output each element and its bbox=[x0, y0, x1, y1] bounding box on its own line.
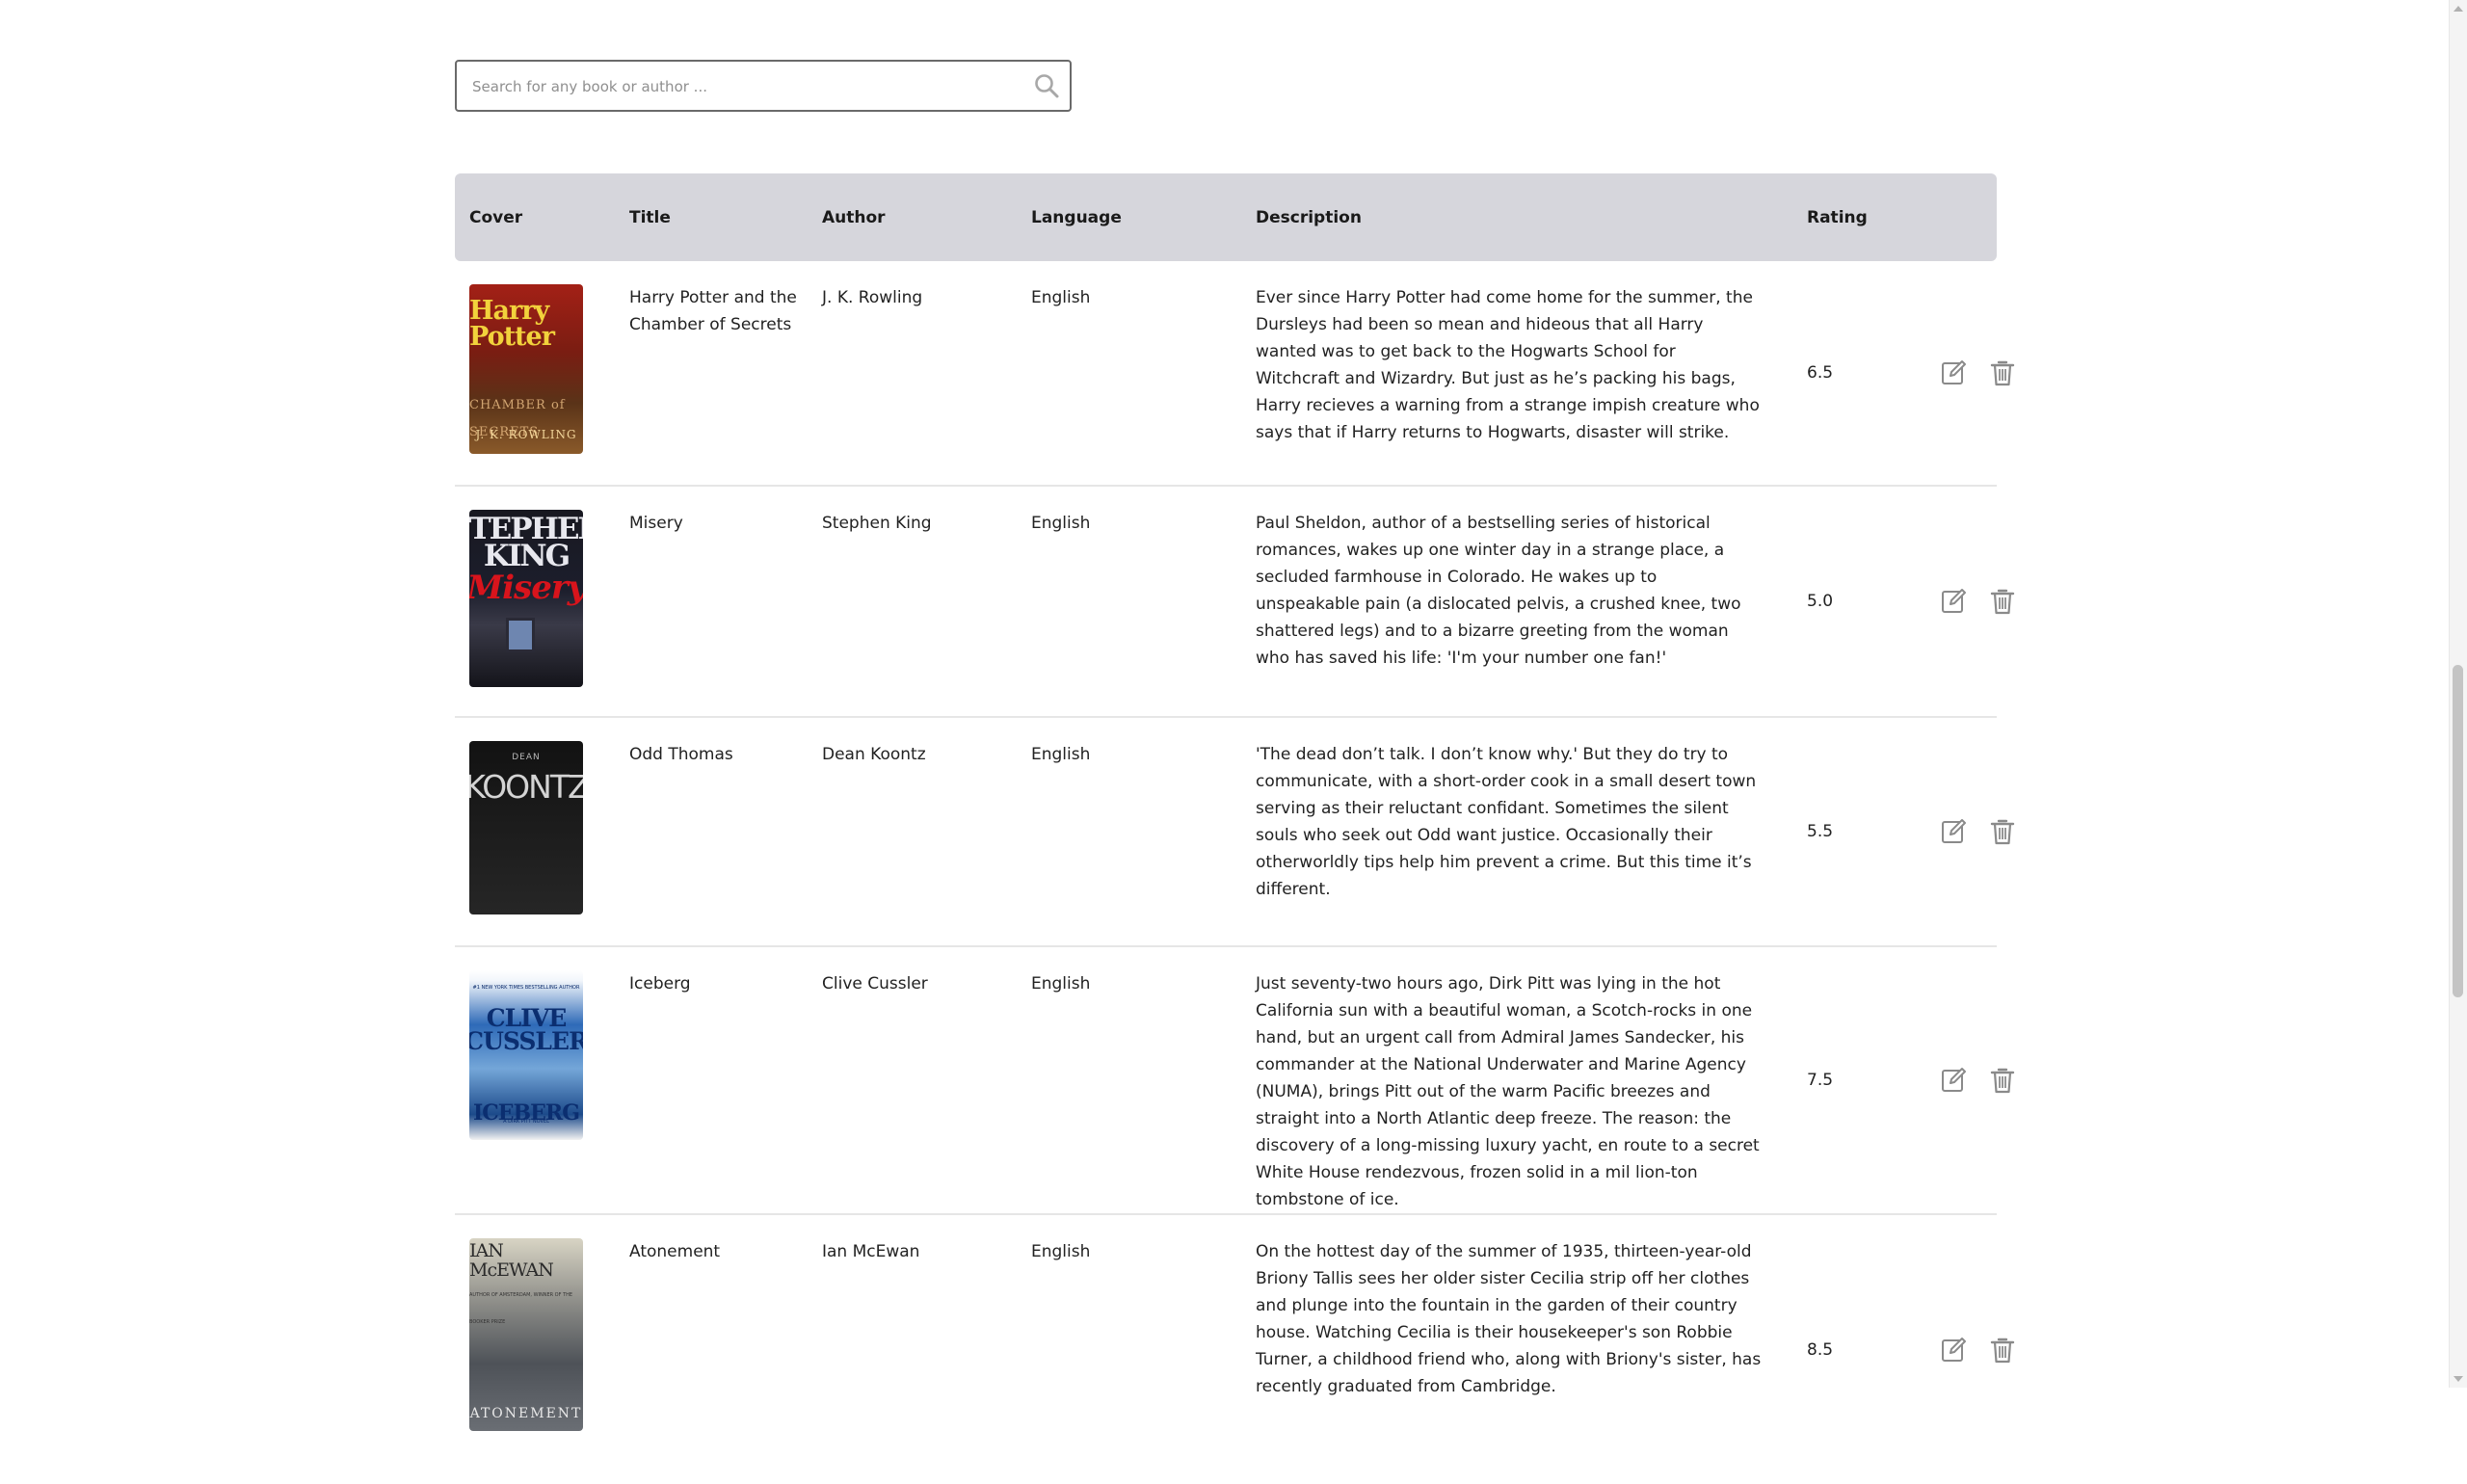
description-cell: 'The dead don’t talk. I don’t know why.'… bbox=[1241, 717, 1792, 947]
author-cell: J. K. Rowling bbox=[808, 261, 1017, 487]
cover-cell: #1 NEW YORK TIMES BESTSELLING AUTHOR CLI… bbox=[455, 946, 615, 1215]
book-cover-image: IAN McEWAN AUTHOR OF AMSTERDAM, WINNER O… bbox=[469, 1238, 583, 1431]
cover-author-first-text: DEAN bbox=[512, 753, 541, 762]
cover-author-text: STEPHEN KING bbox=[469, 512, 583, 573]
cover-title-text: Misery bbox=[469, 569, 583, 607]
actions-cell bbox=[1908, 717, 2015, 947]
cover-cell: DEAN KOONTZ bbox=[455, 717, 615, 947]
rating-cell: 8.5 bbox=[1807, 1339, 1834, 1360]
cover-cell: STEPHEN KING Misery bbox=[455, 486, 615, 718]
title-cell: Atonement bbox=[629, 1242, 721, 1261]
trash-icon[interactable] bbox=[1989, 1066, 2016, 1095]
rating-cell: 7.5 bbox=[1792, 946, 1908, 1215]
book-cover-image: DEAN KOONTZ bbox=[469, 741, 583, 914]
trash-icon[interactable] bbox=[1989, 1336, 2016, 1365]
rating-cell: 5.0 bbox=[1792, 486, 1908, 718]
column-header-cover: Cover bbox=[455, 173, 615, 261]
trash-icon[interactable] bbox=[1989, 358, 2016, 387]
books-table: Cover Title Author Language Description … bbox=[455, 173, 2015, 1484]
cover-author-text: CLIVE CUSSLER bbox=[469, 1004, 583, 1055]
column-header-actions bbox=[1908, 173, 1997, 261]
table-row[interactable]: Harry Potter CHAMBER of SECRETS J. K. RO… bbox=[455, 261, 2015, 487]
title-cell: Misery bbox=[615, 486, 808, 718]
author-cell: Ian McEwan bbox=[822, 1242, 920, 1261]
scrollbar-thumb[interactable] bbox=[2453, 665, 2463, 997]
author-cell: Clive Cussler bbox=[808, 946, 1017, 1215]
cover-title-text: ATONEMENT bbox=[469, 1406, 583, 1421]
edit-icon[interactable] bbox=[1940, 587, 1967, 616]
actions-cell bbox=[1908, 486, 2015, 718]
edit-icon[interactable] bbox=[1940, 817, 1967, 846]
title-cell: Iceberg bbox=[615, 946, 808, 1215]
trash-icon[interactable] bbox=[1989, 587, 2016, 616]
actions-cell bbox=[1908, 1214, 2015, 1484]
vertical-scrollbar[interactable] bbox=[2449, 0, 2467, 1388]
scroll-down-arrow-icon[interactable] bbox=[2454, 1376, 2463, 1382]
table-row[interactable]: #1 NEW YORK TIMES BESTSELLING AUTHOR CLI… bbox=[455, 946, 2015, 1215]
rating-cell: 5.5 bbox=[1792, 717, 1908, 947]
description-cell: Just seventy-two hours ago, Dirk Pitt wa… bbox=[1241, 946, 1792, 1215]
book-cover-image: #1 NEW YORK TIMES BESTSELLING AUTHOR CLI… bbox=[469, 970, 583, 1140]
cover-author-text: J. K. ROWLING bbox=[475, 428, 577, 441]
edit-icon[interactable] bbox=[1940, 1336, 1967, 1365]
trash-icon[interactable] bbox=[1989, 817, 2016, 846]
table-row[interactable]: STEPHEN KING Misery Misery Stephen King … bbox=[455, 486, 2015, 718]
table-header: Cover Title Author Language Description … bbox=[455, 173, 1997, 261]
language-cell: English bbox=[1017, 717, 1241, 947]
title-cell: Odd Thomas bbox=[615, 717, 808, 947]
author-cell: Dean Koontz bbox=[808, 717, 1017, 947]
column-header-description: Description bbox=[1241, 173, 1792, 261]
table-row[interactable]: DEAN KOONTZ Odd Thomas Dean Koontz Engli… bbox=[455, 717, 2015, 947]
table-row[interactable]: IAN McEWAN AUTHOR OF AMSTERDAM, WINNER O… bbox=[455, 1214, 2015, 1484]
title-cell: Harry Potter and the Chamber of Secrets bbox=[615, 261, 808, 487]
cover-title-text: Harry Potter bbox=[469, 296, 555, 352]
rating-cell: 6.5 bbox=[1792, 261, 1908, 487]
edit-icon[interactable] bbox=[1940, 358, 1967, 387]
cover-author-text: KOONTZ bbox=[469, 768, 583, 806]
search-icon[interactable] bbox=[1033, 72, 1060, 99]
column-header-title: Title bbox=[615, 173, 808, 261]
column-header-rating: Rating bbox=[1792, 173, 1908, 261]
search-input[interactable] bbox=[470, 62, 1014, 112]
language-cell: English bbox=[1017, 946, 1241, 1215]
column-header-author: Author bbox=[808, 173, 1017, 261]
cover-series-text: A DIRK PITT NOVEL bbox=[503, 1119, 549, 1125]
description-cell: On the hottest day of the summer of 1935… bbox=[1256, 1242, 1762, 1396]
language-cell: English bbox=[1017, 261, 1241, 487]
cover-author-text: IAN McEWAN bbox=[469, 1240, 554, 1281]
actions-cell bbox=[1908, 946, 2015, 1215]
scroll-up-arrow-icon[interactable] bbox=[2454, 6, 2463, 12]
cover-cell: IAN McEWAN AUTHOR OF AMSTERDAM, WINNER O… bbox=[455, 1214, 615, 1484]
language-cell: English bbox=[1017, 486, 1241, 718]
author-cell: Stephen King bbox=[808, 486, 1017, 718]
book-cover-image: Harry Potter CHAMBER of SECRETS J. K. RO… bbox=[469, 284, 583, 454]
description-cell: Paul Sheldon, author of a bestselling se… bbox=[1241, 486, 1792, 718]
description-cell: Ever since Harry Potter had come home fo… bbox=[1241, 261, 1792, 487]
cover-tagline-text: #1 NEW YORK TIMES BESTSELLING AUTHOR bbox=[472, 985, 580, 991]
book-cover-image: STEPHEN KING Misery bbox=[469, 510, 583, 687]
edit-icon[interactable] bbox=[1940, 1066, 1967, 1095]
column-header-language: Language bbox=[1017, 173, 1241, 261]
cover-window-art bbox=[506, 618, 535, 652]
language-cell: English bbox=[1031, 1242, 1091, 1261]
cover-cell: Harry Potter CHAMBER of SECRETS J. K. RO… bbox=[455, 261, 615, 487]
search-box[interactable] bbox=[455, 60, 1072, 112]
cover-tagline-text: AUTHOR OF AMSTERDAM, WINNER OF THE BOOKE… bbox=[469, 1292, 573, 1325]
actions-cell bbox=[1908, 261, 2015, 487]
